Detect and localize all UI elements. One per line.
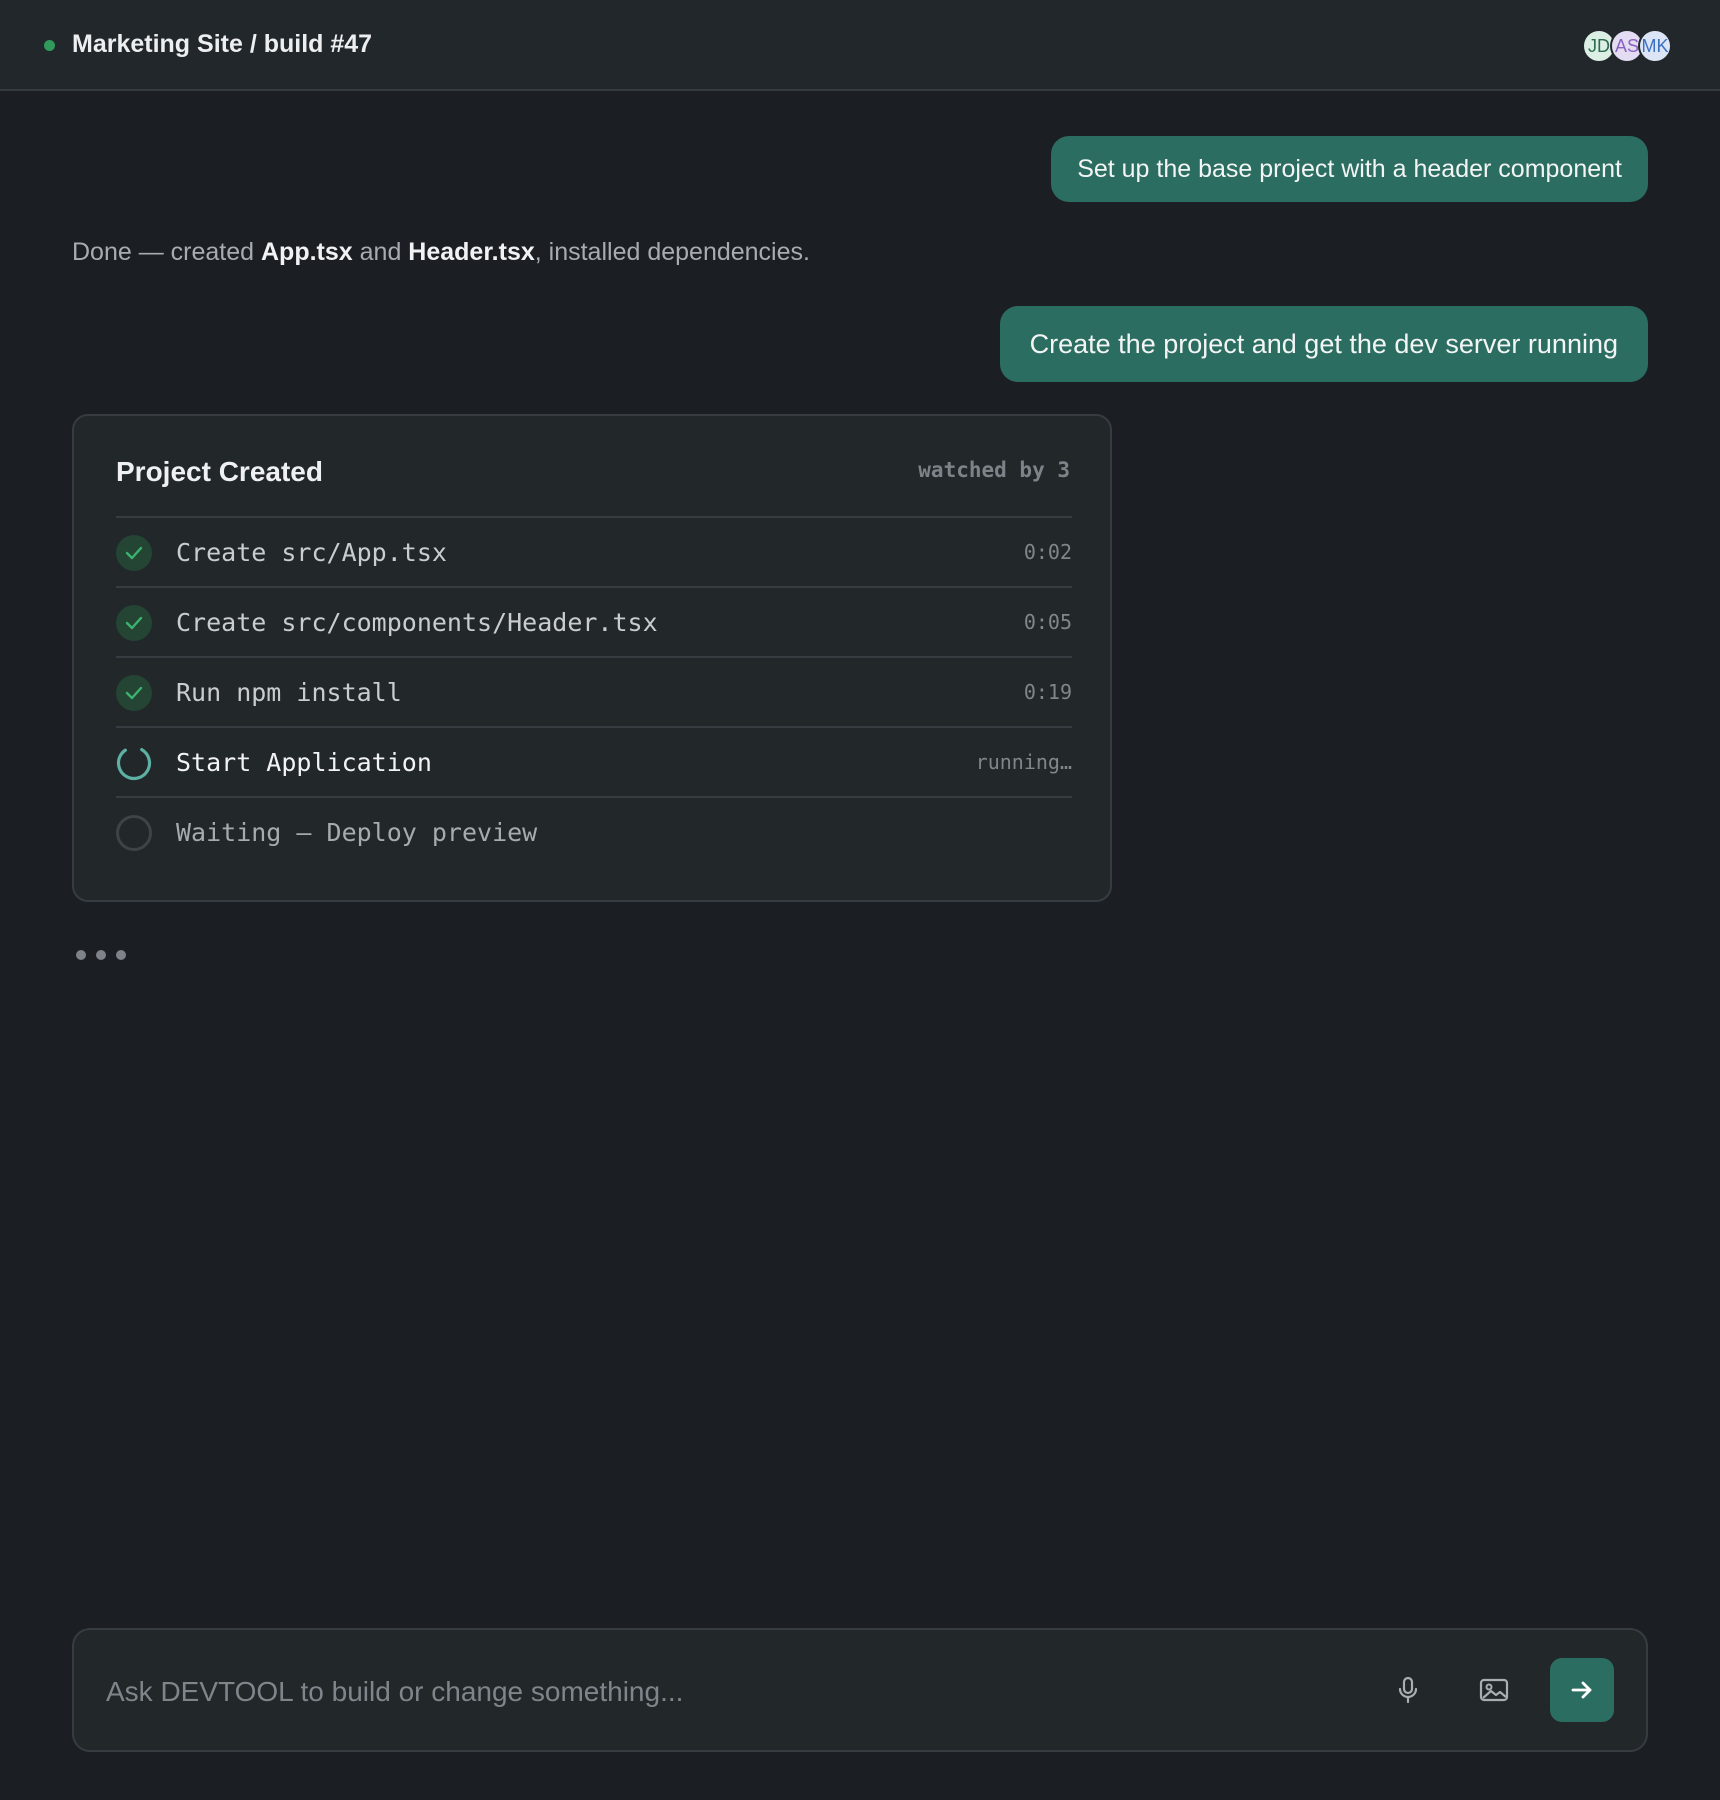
step-label: Run npm install <box>176 677 402 707</box>
check-icon <box>116 605 152 641</box>
status-indicator <box>44 40 55 51</box>
typing-dot <box>116 950 126 960</box>
avatar[interactable]: MK <box>1638 29 1672 63</box>
project-title: Marketing Site / build #47 <box>72 30 373 58</box>
arrow-right-icon <box>1571 1681 1592 1699</box>
top-bar: Marketing Site / build #47 JD AS MK <box>0 0 1720 91</box>
step-duration: 0:02 <box>1023 540 1072 564</box>
step-label: Waiting — Deploy preview <box>176 817 538 847</box>
step-row: Waiting — Deploy preview <box>116 796 1072 866</box>
prompt-input[interactable] <box>106 1670 1306 1714</box>
file-name: App.tsx <box>261 238 353 266</box>
message-composer <box>72 1628 1648 1752</box>
image-icon[interactable] <box>1476 1672 1512 1708</box>
task-progress-card: Project Created watched by 3 Create src/… <box>72 414 1112 902</box>
send-button[interactable] <box>1550 1658 1614 1722</box>
step-duration: 0:05 <box>1023 610 1072 634</box>
step-label: Create src/components/Header.tsx <box>176 607 658 637</box>
assistant-text-mid: and <box>352 238 409 266</box>
assistant-text-prefix: Done — created <box>72 238 261 266</box>
step-duration: 0:19 <box>1023 680 1072 704</box>
spinner-icon <box>116 745 152 781</box>
collaborator-avatars: JD AS MK <box>1582 29 1672 63</box>
pending-circle-icon <box>116 815 152 851</box>
step-status: running… <box>975 750 1072 774</box>
watchers-count: watched by 3 <box>918 458 1070 482</box>
step-row: Create src/App.tsx 0:02 <box>116 516 1072 586</box>
step-row: Create src/components/Header.tsx 0:05 <box>116 586 1072 656</box>
step-list: Create src/App.tsx 0:02 Create src/compo… <box>116 516 1072 866</box>
user-message: Create the project and get the dev serve… <box>999 306 1648 382</box>
step-label: Create src/App.tsx <box>176 537 447 567</box>
step-label: Start Application <box>176 747 432 777</box>
file-name: Header.tsx <box>408 238 535 266</box>
step-row: Start Application running… <box>116 726 1072 796</box>
typing-dot <box>96 950 106 960</box>
microphone-icon[interactable] <box>1390 1672 1426 1708</box>
check-icon <box>116 675 152 711</box>
assistant-message: Done — created App.tsx and Header.tsx, i… <box>72 238 810 267</box>
typing-dot <box>76 950 86 960</box>
user-message: Set up the base project with a header co… <box>1051 136 1648 202</box>
check-icon <box>116 535 152 571</box>
step-row: Run npm install 0:19 <box>116 656 1072 726</box>
card-title: Project Created <box>116 456 323 487</box>
typing-indicator <box>76 950 126 960</box>
assistant-text-suffix: , installed dependencies. <box>534 238 810 266</box>
